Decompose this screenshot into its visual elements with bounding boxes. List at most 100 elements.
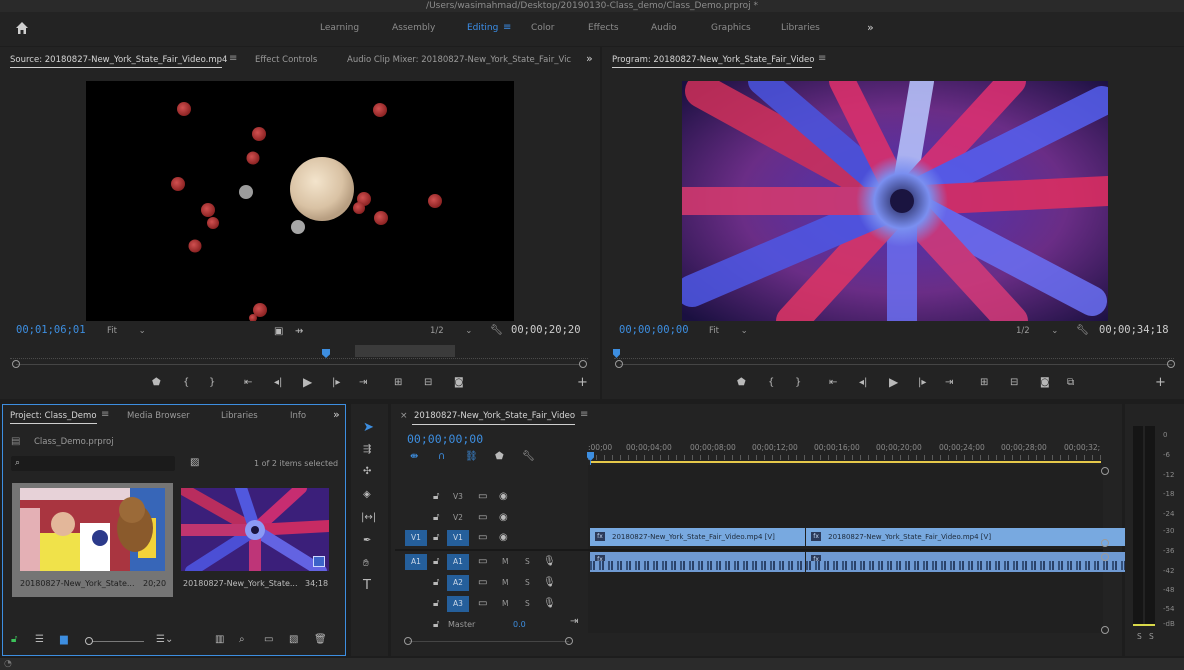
export-frame-icon[interactable]: ◙	[1040, 377, 1050, 389]
add-marker-icon[interactable]: ⬟	[737, 377, 746, 389]
timeline-scroll-handle[interactable]	[1101, 626, 1109, 634]
lock-icon[interactable]: 🔓︎	[433, 512, 439, 524]
microphone-icon[interactable]: 🎙︎	[543, 598, 556, 610]
program-zoom-handle-left[interactable]	[615, 360, 623, 368]
new-item-icon[interactable]: ▧	[289, 634, 298, 646]
tab-project[interactable]: Project: Class_Demo	[10, 411, 97, 421]
add-marker-icon[interactable]: ⬟	[152, 377, 161, 389]
source-patch-a1[interactable]: A1	[405, 554, 427, 570]
ripple-edit-tool-icon[interactable]: ✣	[363, 466, 371, 478]
mark-in-icon[interactable]: {	[183, 377, 189, 389]
linked-selection-icon[interactable]: ⛓︎	[465, 451, 478, 463]
settings-wrench-icon[interactable]: 🔧︎	[490, 325, 503, 337]
step-forward-icon[interactable]: |▸	[918, 377, 926, 389]
track-target-v1[interactable]: V1	[447, 530, 469, 546]
timeline-timecode[interactable]: 00;00;00;00	[407, 432, 483, 446]
pen-tool-icon[interactable]: ✒	[363, 535, 371, 547]
panel-menu-icon[interactable]: ≡	[580, 409, 588, 420]
workspace-learning[interactable]: Learning	[320, 23, 359, 33]
tab-sequence[interactable]: 20180827-New_York_State_Fair_Video	[414, 411, 575, 421]
toggle-sync-icon[interactable]: ▭	[478, 577, 487, 589]
program-time-ruler[interactable]	[614, 349, 1174, 359]
source-resolution-select[interactable]: 1/2 ⌄	[430, 326, 472, 336]
razor-tool-icon[interactable]: ◈	[363, 489, 371, 501]
icon-view-icon[interactable]: ▆	[60, 634, 68, 646]
tab-program[interactable]: Program: 20180827-New_York_State_Fair_Vi…	[612, 55, 814, 65]
solo-button[interactable]: S	[525, 578, 530, 587]
toggle-sync-icon[interactable]: ▭	[478, 512, 487, 524]
mark-out-icon[interactable]: }	[795, 377, 801, 389]
track-target-a3[interactable]: A3	[447, 596, 469, 612]
tab-audio-clip-mixer[interactable]: Audio Clip Mixer: 20180827-New_York_Stat…	[347, 55, 571, 65]
settings-wrench-icon[interactable]: 🔧︎	[1076, 325, 1089, 337]
project-search-input[interactable]	[11, 456, 175, 471]
timeline-zoom-handle[interactable]	[404, 637, 412, 645]
play-icon[interactable]: ▶	[303, 376, 312, 388]
toggle-sync-icon[interactable]: ▭	[478, 491, 487, 503]
lock-icon[interactable]: 🔓︎	[433, 598, 439, 610]
project-item[interactable]: 20180827-New_York_State... 20;20	[12, 483, 173, 597]
tab-info[interactable]: Info	[290, 411, 306, 421]
audio-clip[interactable]: fx	[806, 552, 1128, 572]
solo-button[interactable]: S	[525, 599, 530, 608]
track-target-a1[interactable]: A1	[447, 554, 469, 570]
track-select-tool-icon[interactable]: ⇶	[363, 444, 371, 456]
timeline-zoom-handle[interactable]	[565, 637, 573, 645]
more-workspaces-icon[interactable]: »	[867, 21, 874, 34]
sort-icons-icon[interactable]: ☰⌄	[156, 634, 173, 646]
automate-to-sequence-icon[interactable]: ▥	[215, 634, 224, 646]
export-frame-icon[interactable]: ◙	[454, 377, 464, 389]
new-search-bin-icon[interactable]: ▨	[190, 457, 199, 469]
workspace-color[interactable]: Color	[531, 23, 555, 33]
toggle-sync-icon[interactable]: ▭	[478, 532, 487, 544]
lock-icon[interactable]: 🔓︎	[433, 491, 439, 503]
play-icon[interactable]: ▶	[889, 376, 898, 388]
lift-icon[interactable]: ⊞	[980, 377, 988, 389]
project-item[interactable]: 20180827-New_York_State... 34;18	[179, 483, 335, 597]
step-forward-icon[interactable]: |▸	[332, 377, 340, 389]
step-back-icon[interactable]: ◂|	[274, 377, 282, 389]
insert-marker-icon[interactable]: ▣	[274, 326, 283, 338]
workspace-editing[interactable]: Editing	[467, 23, 498, 33]
slider-handle[interactable]	[85, 637, 93, 645]
program-current-timecode[interactable]: 00;00;00;00	[619, 324, 689, 336]
go-to-in-icon[interactable]: ⇤	[829, 377, 837, 389]
workspace-effects[interactable]: Effects	[588, 23, 619, 33]
workspace-assembly[interactable]: Assembly	[392, 23, 435, 33]
mute-button[interactable]: M	[502, 557, 508, 566]
work-area-bar[interactable]	[590, 461, 1101, 463]
find-icon[interactable]: ⌕	[239, 634, 245, 646]
go-to-in-icon[interactable]: ⇤	[244, 377, 252, 389]
list-view-icon[interactable]: ☰	[35, 634, 44, 646]
home-icon[interactable]	[14, 20, 30, 36]
workspace-audio[interactable]: Audio	[651, 23, 677, 33]
hand-tool-icon[interactable]: ✋︎	[363, 558, 369, 570]
audio-clip[interactable]: fx	[590, 552, 806, 572]
drag-video-icon[interactable]: ⇸	[295, 326, 303, 338]
tab-effect-controls[interactable]: Effect Controls	[255, 55, 317, 65]
type-tool-icon[interactable]: T	[363, 579, 371, 592]
panel-menu-icon[interactable]: ≡	[818, 53, 826, 64]
add-button-icon[interactable]: +	[1155, 376, 1166, 389]
tab-media-browser[interactable]: Media Browser	[127, 411, 190, 421]
source-current-timecode[interactable]: 00;01;06;01	[16, 324, 86, 336]
go-to-out-icon[interactable]: ⇥	[359, 377, 367, 389]
slip-tool-icon[interactable]: |↔|	[361, 512, 376, 524]
insert-icon[interactable]: ⊞	[394, 377, 402, 389]
program-resolution-select[interactable]: 1/2 ⌄	[1016, 326, 1058, 336]
snap-icon[interactable]: ∩	[438, 451, 445, 463]
workspace-menu-icon[interactable]: ≡	[503, 22, 511, 33]
microphone-icon[interactable]: 🎙︎	[543, 556, 556, 568]
toggle-sync-icon[interactable]: ▭	[478, 556, 487, 568]
lock-icon[interactable]: 🔓︎	[433, 577, 439, 589]
lock-icon[interactable]: 🔓︎	[433, 619, 439, 631]
nest-toggle-icon[interactable]: ⇼	[410, 451, 418, 463]
workspace-libraries[interactable]: Libraries	[781, 23, 820, 33]
eye-icon[interactable]: ◉	[499, 512, 508, 524]
track-target-a2[interactable]: A2	[447, 575, 469, 591]
solo-right-button[interactable]: S	[1149, 632, 1154, 641]
mark-in-icon[interactable]: {	[768, 377, 774, 389]
more-tabs-icon[interactable]: »	[586, 52, 593, 65]
step-back-icon[interactable]: ◂|	[859, 377, 867, 389]
tab-source[interactable]: Source: 20180827-New_York_State_Fair_Vid…	[10, 55, 227, 65]
